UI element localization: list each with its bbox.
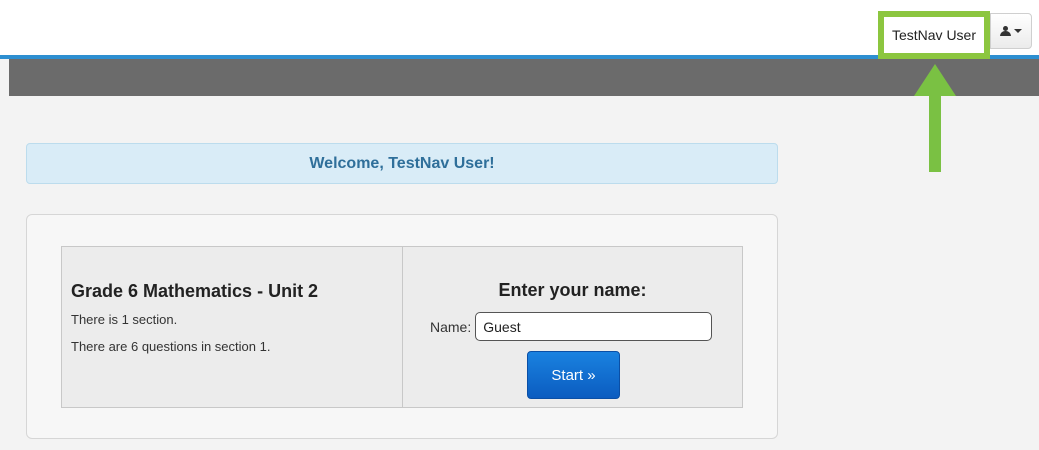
nav-band bbox=[9, 59, 1039, 96]
name-heading: Enter your name: bbox=[498, 280, 647, 300]
chevron-down-icon bbox=[1014, 29, 1022, 33]
sections-count-text: There is 1 section. bbox=[71, 312, 178, 327]
annotation-arrow-icon bbox=[914, 64, 956, 172]
name-input[interactable] bbox=[475, 312, 713, 341]
questions-count-text: There are 6 questions in section 1. bbox=[71, 339, 271, 354]
user-name-label: TestNav User bbox=[891, 27, 977, 43]
name-entry-cell: Enter your name: Name: Start » bbox=[403, 247, 742, 407]
test-details-table: Grade 6 Mathematics - Unit 2 There is 1 … bbox=[61, 246, 743, 408]
name-row: Name: bbox=[430, 312, 713, 341]
welcome-message: Welcome, TestNav User! bbox=[309, 154, 495, 172]
welcome-banner: Welcome, TestNav User! bbox=[26, 143, 778, 184]
test-title: Grade 6 Mathematics - Unit 2 bbox=[71, 281, 319, 301]
test-info-cell: Grade 6 Mathematics - Unit 2 There is 1 … bbox=[62, 247, 403, 407]
user-name-display[interactable]: TestNav User bbox=[878, 11, 990, 59]
start-button[interactable]: Start » bbox=[527, 351, 620, 399]
name-label: Name: bbox=[430, 318, 472, 335]
user-menu-button[interactable] bbox=[990, 13, 1032, 49]
person-icon bbox=[1000, 26, 1011, 36]
